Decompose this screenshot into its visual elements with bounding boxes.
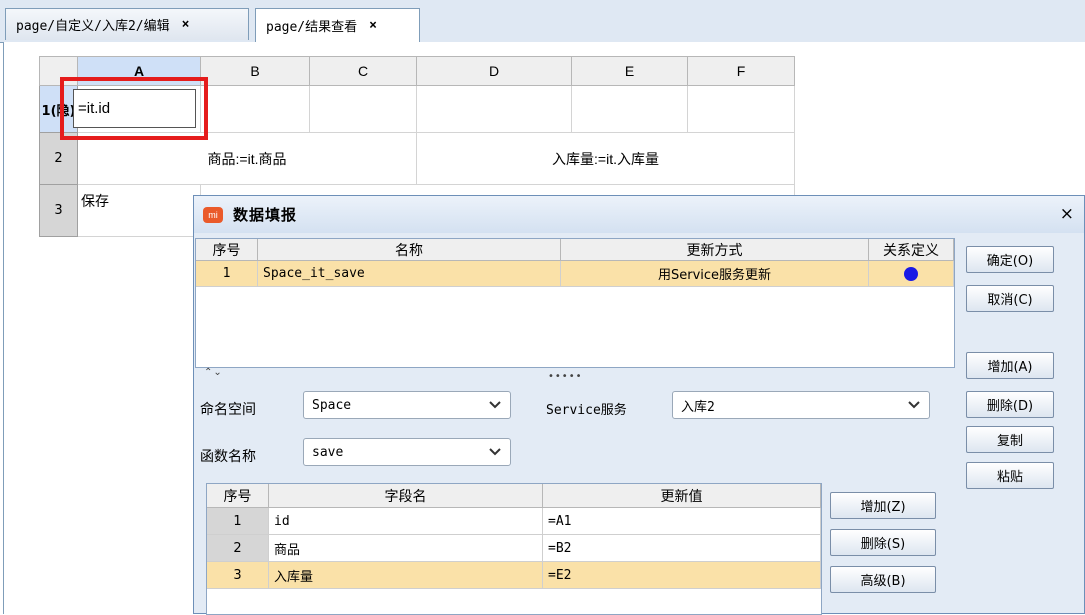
dialog-titlebar[interactable]: mi 数据填报 × <box>194 196 1084 233</box>
tab-label: page/结果查看 <box>266 20 358 35</box>
field-name: 入库量 <box>269 562 543 589</box>
tab-result-view[interactable]: page/结果查看 × <box>255 8 420 42</box>
paste-button[interactable]: 粘贴 <box>966 462 1054 489</box>
field-name: id <box>269 508 543 535</box>
cell-editor-a1[interactable]: =it.id <box>73 89 196 128</box>
cell-b2-merged[interactable]: 商品:=it.商品 <box>78 133 417 185</box>
cell-d1[interactable] <box>417 86 572 133</box>
field-value: =E2 <box>543 562 821 589</box>
advanced-button[interactable]: 高级(B) <box>830 566 936 593</box>
row-method: 用Service服务更新 <box>561 261 869 287</box>
fields-header: 序号 字段名 更新值 <box>207 484 821 508</box>
cell-e1[interactable] <box>572 86 688 133</box>
row-header-2[interactable]: 2 <box>39 133 78 185</box>
table-row[interactable]: 1 Space_it_save 用Service服务更新 <box>196 261 954 287</box>
col-method-header: 更新方式 <box>561 239 869 261</box>
column-header-d[interactable]: D <box>417 56 572 86</box>
field-value: =B2 <box>543 535 821 562</box>
namespace-label: 命名空间 <box>200 402 256 418</box>
fields-table: 序号 字段名 更新值 1 id =A1 2 商品 =B2 3 入库量 =E2 <box>206 483 822 615</box>
field-row[interactable]: 2 商品 =B2 <box>207 535 821 562</box>
field-index: 3 <box>207 562 269 589</box>
column-header-a[interactable]: A <box>78 56 201 86</box>
row-header-3[interactable]: 3 <box>39 185 78 237</box>
field-row[interactable]: 1 id =A1 <box>207 508 821 535</box>
relation-dot-icon <box>904 266 918 281</box>
cancel-button[interactable]: 取消(C) <box>966 285 1054 312</box>
field-row[interactable]: 3 入库量 =E2 <box>207 562 821 589</box>
service-label: Service服务 <box>546 403 627 418</box>
column-header-b[interactable]: B <box>201 56 310 86</box>
copy-button[interactable]: 复制 <box>966 426 1054 453</box>
sheet-corner[interactable] <box>39 56 78 86</box>
function-label: 函数名称 <box>200 449 256 465</box>
close-icon[interactable]: × <box>182 17 190 32</box>
cell-b1[interactable] <box>201 86 310 133</box>
tab-edit[interactable]: page/自定义/入库2/编辑 × <box>5 8 249 40</box>
column-header-f[interactable]: F <box>688 56 795 86</box>
close-icon[interactable]: × <box>369 18 377 33</box>
table-header: 序号 名称 更新方式 关系定义 <box>196 239 954 261</box>
delete-field-button[interactable]: 删除(S) <box>830 529 936 556</box>
chevron-down-icon <box>489 401 501 409</box>
col-index-header: 序号 <box>207 484 269 508</box>
tab-label: page/自定义/入库2/编辑 <box>16 19 170 34</box>
add-rule-button[interactable]: 增加(A) <box>966 352 1054 379</box>
column-header-e[interactable]: E <box>572 56 688 86</box>
row-index: 1 <box>196 261 258 287</box>
row-name: Space_it_save <box>258 261 561 287</box>
column-header-c[interactable]: C <box>310 56 417 86</box>
close-icon[interactable]: × <box>1060 204 1074 224</box>
col-value-header: 更新值 <box>543 484 821 508</box>
dialog-title: 数据填报 <box>233 206 298 224</box>
splitter-arrows-icon[interactable]: ⌃⌄ <box>204 367 223 378</box>
chevron-down-icon <box>908 401 920 409</box>
delete-rule-button[interactable]: 删除(D) <box>966 391 1054 418</box>
field-index: 2 <box>207 535 269 562</box>
namespace-select[interactable]: Space <box>303 391 511 419</box>
cell-e2-merged[interactable]: 入库量:=it.入库量 <box>417 133 795 185</box>
row-relation[interactable] <box>869 261 954 287</box>
cell-f1[interactable] <box>688 86 795 133</box>
data-fill-dialog: mi 数据填报 × 序号 名称 更新方式 关系定义 1 Space_it_sav… <box>193 195 1085 615</box>
function-value: save <box>312 444 344 460</box>
ok-button[interactable]: 确定(O) <box>966 246 1054 273</box>
col-name-header: 名称 <box>258 239 561 261</box>
field-index: 1 <box>207 508 269 535</box>
namespace-value: Space <box>312 397 352 413</box>
function-select[interactable]: save <box>303 438 511 466</box>
chevron-down-icon <box>489 448 501 456</box>
col-relation-header: 关系定义 <box>869 239 954 261</box>
splitter-handle-icon[interactable]: ••••• <box>548 371 583 382</box>
service-value: 入库2 <box>681 399 715 415</box>
tab-bar: page/自定义/入库2/编辑 × page/结果查看 × <box>0 0 1085 43</box>
col-field-header: 字段名 <box>269 484 543 508</box>
service-select[interactable]: 入库2 <box>672 391 930 419</box>
app-logo-icon: mi <box>203 206 223 223</box>
add-field-button[interactable]: 增加(Z) <box>830 492 936 519</box>
field-value: =A1 <box>543 508 821 535</box>
field-name: 商品 <box>269 535 543 562</box>
cell-a3[interactable]: 保存 <box>78 185 201 237</box>
fill-rules-table: 序号 名称 更新方式 关系定义 1 Space_it_save 用Service… <box>195 238 955 368</box>
col-index-header: 序号 <box>196 239 258 261</box>
cell-c1[interactable] <box>310 86 417 133</box>
